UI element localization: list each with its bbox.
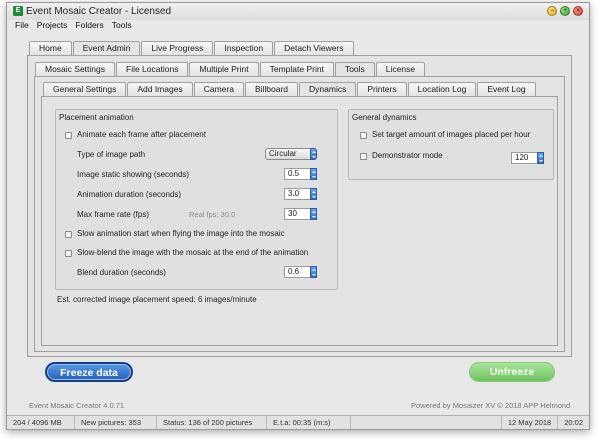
spinner-arrows-icon[interactable] <box>310 208 317 220</box>
est-speed-text: Est. corrected image placement speed: 6 … <box>57 295 257 304</box>
status-date: 12 May 2018 <box>500 416 559 429</box>
max-fps-label: Max frame rate (fps) <box>77 210 150 219</box>
status-spacer <box>351 416 501 429</box>
animate-each-checkbox[interactable] <box>65 132 72 139</box>
static-showing-label: Image static showing (seconds) <box>77 170 190 179</box>
status-time: 20:02 <box>564 418 583 427</box>
slow-start-checkbox[interactable] <box>65 231 72 238</box>
menu-bar: File Projects Folders Tools <box>15 20 132 30</box>
demo-mode-checkbox[interactable] <box>360 153 367 160</box>
image-path-value: Circular <box>269 149 297 158</box>
menu-tools[interactable]: Tools <box>112 20 132 30</box>
title-bar: E Event Mosaic Creator - Licensed – + × <box>7 3 589 20</box>
tab-tools[interactable]: Tools <box>334 62 375 77</box>
tab-general-settings[interactable]: General Settings <box>43 82 127 96</box>
window-title: Event Mosaic Creator - Licensed <box>26 6 172 17</box>
animation-duration-value: 3.0 <box>288 189 300 198</box>
blend-duration-label: Blend duration (seconds) <box>77 268 166 277</box>
tab-location-log[interactable]: Location Log <box>407 82 477 96</box>
tab-add-images[interactable]: Add Images <box>127 82 193 96</box>
minimize-icon[interactable]: – <box>547 6 557 16</box>
tab-mosaic-settings[interactable]: Mosaic Settings <box>35 62 115 76</box>
admin-tabs: Mosaic Settings File Locations Multiple … <box>35 62 426 77</box>
maximize-icon[interactable]: + <box>560 6 570 16</box>
close-icon[interactable]: × <box>573 6 583 16</box>
tab-billboard[interactable]: Billboard <box>244 82 299 96</box>
demo-mode-value: 120 <box>515 153 529 162</box>
tab-template-print[interactable]: Template Print <box>259 62 334 76</box>
demo-mode-input[interactable]: 120 <box>511 152 544 164</box>
general-dynamics-group: General dynamics Set target amount of im… <box>348 109 554 180</box>
memory-usage: 204 / 4096 MB <box>7 416 75 429</box>
eta-readout: E.t.a: 00:35 (m:s) <box>267 416 351 429</box>
placement-animation-group: Placement animation Animate each frame a… <box>55 109 338 290</box>
spinner-arrows-icon[interactable] <box>310 266 317 278</box>
freeze-data-button[interactable]: Freeze data <box>45 362 133 382</box>
static-showing-value: 0.5 <box>288 169 300 178</box>
animation-duration-label: Animation duration (seconds) <box>77 190 182 199</box>
blend-duration-value: 0.6 <box>288 267 300 276</box>
tab-multiple-print[interactable]: Multiple Print <box>189 62 259 76</box>
select-arrows-icon <box>310 148 317 160</box>
animation-duration-input[interactable]: 3.0 <box>284 188 317 200</box>
tab-home[interactable]: Home <box>29 41 72 55</box>
real-fps-readout: Real fps: 30.0 <box>189 210 236 219</box>
tab-inspection[interactable]: Inspection <box>214 41 274 55</box>
settings-tabs: General Settings Add Images Camera Billb… <box>43 82 537 97</box>
status-bar: 204 / 4096 MB New pictures: 353 Status: … <box>7 415 589 429</box>
spinner-arrows-icon[interactable] <box>537 152 544 164</box>
slow-blend-label: Slow-blend the image with the mosaic at … <box>77 248 309 257</box>
placement-animation-title: Placement animation <box>59 113 134 122</box>
menu-projects[interactable]: Projects <box>37 20 68 30</box>
tab-camera[interactable]: Camera <box>193 82 244 96</box>
image-path-select[interactable]: Circular <box>265 148 317 160</box>
status-progress: Status: 136 of 200 pictures <box>157 416 267 429</box>
image-path-label: Type of image path <box>77 150 146 159</box>
set-target-label: Set target amount of images placed per h… <box>372 130 531 139</box>
app-window: E Event Mosaic Creator - Licensed – + × … <box>6 2 590 430</box>
unfreeze-button[interactable]: Unfreeze <box>469 362 555 382</box>
tab-dynamics[interactable]: Dynamics <box>299 82 357 97</box>
animate-each-label: Animate each frame after placement <box>77 130 206 139</box>
set-target-checkbox[interactable] <box>360 132 367 139</box>
slow-blend-checkbox[interactable] <box>65 250 72 257</box>
main-tabs: Home Event Admin Live Progress Inspectio… <box>29 41 355 56</box>
slow-start-label: Slow animation start when flying the ima… <box>77 229 285 238</box>
spinner-arrows-icon[interactable] <box>310 188 317 200</box>
tab-event-log[interactable]: Event Log <box>477 82 536 96</box>
app-logo-icon: E <box>13 6 23 16</box>
max-fps-value: 30 <box>288 209 297 218</box>
tab-file-locations[interactable]: File Locations <box>116 62 189 76</box>
tab-detach-viewers[interactable]: Detach Viewers <box>274 41 354 55</box>
tab-live-progress[interactable]: Live Progress <box>141 41 214 55</box>
general-dynamics-title: General dynamics <box>352 113 417 122</box>
demo-mode-label: Demonstrator mode <box>372 151 443 160</box>
menu-folders[interactable]: Folders <box>75 20 103 30</box>
powered-by-text: Powered by Mosaizer XV © 2018 APP Helmon… <box>411 401 571 410</box>
tab-printers[interactable]: Printers <box>357 82 407 96</box>
blend-duration-input[interactable]: 0.6 <box>284 266 317 278</box>
dynamics-panel: Placement animation Animate each frame a… <box>41 96 558 346</box>
new-pictures-count: New pictures: 353 <box>75 416 157 429</box>
version-text: Event Mosaic Creator 4.0.71 <box>29 401 125 410</box>
menu-file[interactable]: File <box>15 20 29 30</box>
spinner-arrows-icon[interactable] <box>310 168 317 180</box>
static-showing-input[interactable]: 0.5 <box>284 168 317 180</box>
tab-event-admin[interactable]: Event Admin <box>72 41 141 56</box>
tab-license[interactable]: License <box>375 62 426 76</box>
max-fps-input[interactable]: 30 <box>284 208 317 220</box>
